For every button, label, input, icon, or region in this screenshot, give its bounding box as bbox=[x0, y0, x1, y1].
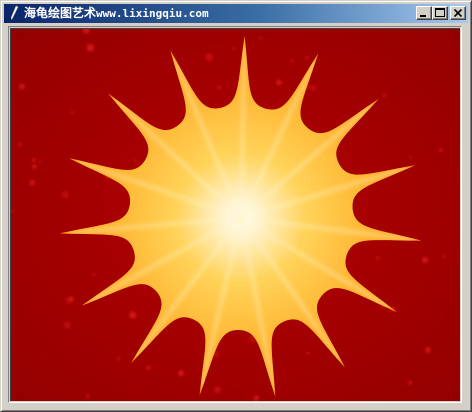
background-speck bbox=[61, 190, 70, 199]
background-speck bbox=[421, 256, 429, 264]
background-speck bbox=[86, 43, 95, 52]
background-speck bbox=[85, 394, 90, 399]
background-speck bbox=[130, 385, 132, 387]
background-speck bbox=[44, 356, 47, 359]
background-speck bbox=[63, 321, 71, 329]
background-speck bbox=[288, 65, 291, 68]
background-speck bbox=[310, 85, 316, 91]
background-speck bbox=[205, 53, 214, 61]
window-title-url: www.lixingqiu.com bbox=[96, 7, 209, 20]
minimize-icon bbox=[420, 15, 426, 17]
background-speck bbox=[365, 78, 369, 82]
background-speck bbox=[38, 160, 42, 164]
app-window: 海龟绘图艺术www.lixingqiu.com bbox=[0, 0, 472, 412]
background-speck bbox=[438, 148, 443, 153]
background-speck bbox=[304, 55, 310, 60]
background-speck bbox=[29, 179, 36, 186]
window-title-text: 海龟绘图艺术 bbox=[24, 6, 97, 20]
background-speck bbox=[375, 255, 380, 261]
drawing-canvas[interactable] bbox=[10, 28, 460, 401]
sunburst-star-icon bbox=[11, 29, 460, 401]
background-speck bbox=[409, 155, 413, 160]
background-speck bbox=[213, 386, 221, 394]
background-speck bbox=[216, 85, 222, 90]
background-speck bbox=[92, 272, 96, 276]
canvas-frame bbox=[8, 26, 462, 403]
background-speck bbox=[276, 79, 282, 86]
background-speck bbox=[68, 296, 74, 302]
background-speck bbox=[116, 356, 121, 362]
background-speck bbox=[18, 83, 26, 90]
background-speck bbox=[15, 119, 19, 122]
background-speck bbox=[231, 46, 235, 51]
background-speck bbox=[16, 141, 23, 148]
background-speck bbox=[94, 141, 96, 144]
background-speck bbox=[133, 158, 138, 163]
background-speck bbox=[424, 346, 432, 354]
background-speck bbox=[289, 59, 294, 64]
background-speck bbox=[253, 395, 260, 401]
background-speck bbox=[177, 369, 185, 377]
background-speck bbox=[32, 158, 36, 163]
feather-pen-icon bbox=[9, 5, 19, 21]
maximize-button[interactable] bbox=[432, 6, 448, 20]
close-button[interactable] bbox=[450, 6, 466, 20]
background-speck bbox=[145, 364, 152, 371]
close-icon bbox=[453, 8, 463, 18]
background-speck bbox=[441, 220, 444, 222]
maximize-icon bbox=[435, 8, 445, 17]
background-speck bbox=[408, 380, 413, 385]
background-speck bbox=[306, 351, 310, 355]
background-speck bbox=[70, 110, 75, 115]
background-speck bbox=[85, 41, 88, 45]
background-speck bbox=[441, 254, 446, 259]
background-speck bbox=[258, 36, 263, 40]
window-title: 海龟绘图艺术www.lixingqiu.com bbox=[24, 6, 209, 21]
background-speck bbox=[129, 311, 137, 319]
background-speck bbox=[382, 93, 387, 98]
background-speck bbox=[32, 164, 37, 169]
minimize-button[interactable] bbox=[416, 6, 432, 20]
title-bar[interactable]: 海龟绘图艺术www.lixingqiu.com bbox=[4, 4, 468, 23]
background-speck bbox=[158, 38, 161, 41]
